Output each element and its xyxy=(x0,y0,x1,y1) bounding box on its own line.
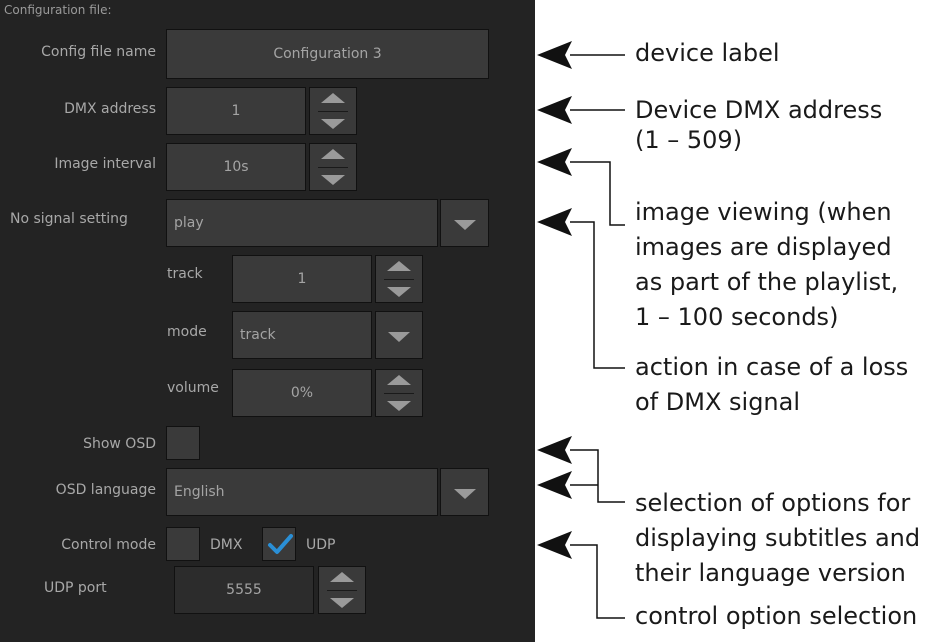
arrow-dmx-address xyxy=(537,96,572,124)
annotation-image-viewing-line2: images are displayed xyxy=(635,233,892,261)
arrow-show-osd xyxy=(537,436,572,464)
annotation-image-viewing-line4: 1 – 100 seconds) xyxy=(635,303,839,331)
annotation-subtitles-line2: displaying subtitles and xyxy=(635,524,921,552)
annotation-dmx-address-line1: Device DMX address xyxy=(635,96,883,124)
arrow-image-interval xyxy=(537,148,572,176)
annotation-subtitles-line3: their language version xyxy=(635,559,906,587)
arrow-no-signal xyxy=(537,208,572,236)
annotation-image-viewing-line1: image viewing (when xyxy=(635,198,892,226)
annotation-loss-line1: action in case of a loss xyxy=(635,353,909,381)
arrow-osd-language xyxy=(537,471,572,499)
annotation-dmx-address-line2: (1 – 509) xyxy=(635,126,743,154)
annotation-loss-line2: of DMX signal xyxy=(635,388,801,416)
arrow-device-label xyxy=(537,41,572,69)
arrow-control-mode xyxy=(537,531,572,559)
annotation-subtitles-line1: selection of options for xyxy=(635,489,911,517)
annotation-image-viewing-line3: as part of the playlist, xyxy=(635,268,899,296)
annotation-device-label: device label xyxy=(635,39,780,67)
annotation-control: control option selection xyxy=(635,602,918,630)
